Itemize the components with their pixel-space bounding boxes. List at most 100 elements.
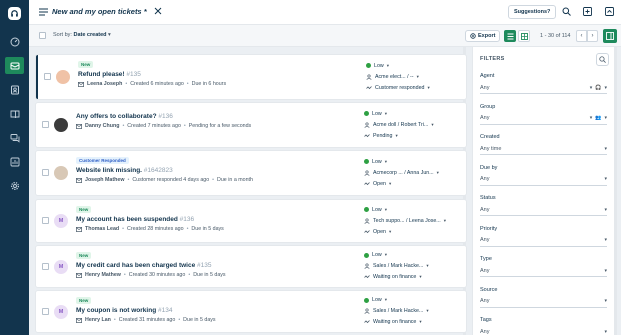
status-dropdown[interactable]: Open ▾ <box>364 226 464 237</box>
filters-search-button[interactable] <box>596 53 609 66</box>
ticket-title-link[interactable]: My credit card has been charged twice #1… <box>76 262 212 269</box>
ticket-card[interactable]: M New My coupon is not working #134 Henr… <box>36 291 466 332</box>
app-logo[interactable] <box>8 7 21 20</box>
requester-name[interactable]: Danny Chung <box>85 123 119 129</box>
card-view-toggle[interactable] <box>504 30 516 42</box>
view-title[interactable]: New and my open tickets * <box>52 7 147 16</box>
filter-panel-toggle[interactable] <box>603 29 617 43</box>
assignee-dropdown[interactable]: Sales / Mark Hacke... ▾ <box>364 306 464 317</box>
filter-select[interactable]: Any ▾ 🎧 ▾ <box>480 82 607 94</box>
ticket-checkbox[interactable] <box>42 169 49 176</box>
status-dropdown[interactable]: Waiting on finance ▾ <box>364 272 464 283</box>
table-view-toggle[interactable] <box>518 30 530 42</box>
status-value: Waiting on finance <box>373 319 417 325</box>
priority-dropdown[interactable]: Low ▾ <box>364 108 464 119</box>
priority-dropdown[interactable]: Low ▾ <box>366 60 466 71</box>
nav-contacts[interactable] <box>5 81 24 98</box>
top-header: New and my open tickets * Suggestions? L <box>29 0 621 25</box>
ticket-status-badge: New <box>78 61 94 68</box>
filter-value: Any <box>480 298 490 304</box>
ticket-checkbox[interactable] <box>42 217 49 224</box>
nav-knowledge-base[interactable] <box>5 105 24 122</box>
status-dropdown[interactable]: Waiting on finance ▾ <box>364 317 464 328</box>
filters-scrollbar[interactable] <box>614 47 617 335</box>
status-dropdown[interactable]: Pending ▾ <box>364 130 464 141</box>
filter-select[interactable]: Any ▾ <box>480 204 607 216</box>
assignee-dropdown[interactable]: Tech suppo... / Leena Jose... ▾ <box>364 215 464 226</box>
ticket-id: #135 <box>197 262 212 269</box>
ticket-card[interactable]: Any offers to collaborate? #136 Danny Ch… <box>36 103 466 147</box>
filter-select[interactable]: Any ▾ <box>480 326 607 335</box>
card-view-icon <box>507 33 513 39</box>
pagination-info: 1 - 30 of 114 <box>540 33 571 39</box>
chevron-down-icon: ▾ <box>416 73 419 79</box>
prev-page-button[interactable]: ‹ <box>576 30 587 42</box>
ticket-card[interactable]: M New My credit card has been charged tw… <box>36 246 466 287</box>
close-icon[interactable] <box>154 7 162 15</box>
ticket-checkbox[interactable] <box>42 121 49 128</box>
assignee-value: Tech suppo... / Leena Jose... <box>373 217 441 224</box>
nav-settings[interactable] <box>5 177 24 194</box>
filter-select[interactable]: Any ▾ 👥 ▾ <box>480 113 607 125</box>
assignee-dropdown[interactable]: Acmecorp ... / Anna Jun... ▾ <box>364 167 464 178</box>
status-dropdown[interactable]: Customer responded ▾ <box>366 82 466 93</box>
assignee-dropdown[interactable]: Sales / Mark Hacke... ▾ <box>364 261 464 272</box>
filters-panel: FILTERS Agent Any ▾ 🎧 ▾ Group Any ▾ 👥 ▾ Create… <box>472 47 617 335</box>
notifications-icon[interactable] <box>605 7 614 16</box>
suggestions-button[interactable]: Suggestions? <box>508 5 557 19</box>
requester-name[interactable]: Thomas Lead <box>85 226 119 232</box>
sort-dropdown[interactable]: Sort by: Date created ▾ <box>53 32 111 38</box>
ticket-card[interactable]: New Refund please! #135 Leena Joseph • C… <box>36 55 466 99</box>
ticket-checkbox[interactable] <box>42 262 49 270</box>
ticket-title-link[interactable]: Website link missing. #1642823 <box>76 167 173 174</box>
person-icon <box>366 73 372 80</box>
filter-select[interactable]: Any ▾ <box>480 174 607 186</box>
ticket-checkbox[interactable] <box>44 73 51 80</box>
person-icon <box>364 308 370 314</box>
person-icon <box>364 169 370 176</box>
chevron-down-icon: ▾ <box>108 32 111 38</box>
filter-select[interactable]: Any ▾ <box>480 296 607 308</box>
ticket-checkbox[interactable] <box>42 307 49 315</box>
ticket-properties: Low ▾ Sales / Mark Hacke... ▾ Waiting on f… <box>364 250 464 283</box>
status-value: Open <box>373 180 386 187</box>
priority-dropdown[interactable]: Low ▾ <box>364 156 464 167</box>
nav-dashboard[interactable] <box>5 33 24 50</box>
ticket-title-link[interactable]: My coupon is not working #134 <box>76 307 172 314</box>
source-email-icon <box>76 123 82 129</box>
nav-reports[interactable] <box>5 153 24 170</box>
ticket-due: Due in 5 days <box>193 272 226 278</box>
requester-name[interactable]: Henry Lan <box>85 317 111 323</box>
nav-tickets[interactable] <box>5 57 24 74</box>
filter-select[interactable]: Any ▾ <box>480 235 607 247</box>
sort-prefix: Sort by: <box>53 32 72 38</box>
chevron-down-icon: ▾ <box>604 206 607 213</box>
ticket-title-link[interactable]: Any offers to collaborate? #136 <box>76 113 173 120</box>
hamburger-menu-icon[interactable] <box>39 8 48 16</box>
requester-name[interactable]: Leena Joseph <box>87 81 122 87</box>
status-icon <box>364 229 370 233</box>
requester-name[interactable]: Joseph Mathew <box>85 177 124 183</box>
ticket-title-link[interactable]: My account has been suspended #136 <box>76 216 194 223</box>
filter-select[interactable]: Any time ▾ <box>480 143 607 155</box>
priority-dropdown[interactable]: Low ▾ <box>364 295 464 306</box>
status-dropdown[interactable]: Open ▾ <box>364 178 464 189</box>
select-all-checkbox[interactable] <box>39 32 46 39</box>
ticket-properties: Low ▾ Acme doll / Robert Tri... ▾ Pending ▾ <box>364 108 464 141</box>
nav-forums[interactable] <box>5 129 24 146</box>
priority-dot-icon <box>364 297 369 303</box>
priority-dropdown[interactable]: Low ▾ <box>364 204 464 215</box>
assignee-dropdown[interactable]: Acme elect... / -- ▾ <box>366 71 466 82</box>
ticket-title-link[interactable]: Refund please! #135 <box>78 71 141 78</box>
ticket-card[interactable]: Customer Responded Website link missing.… <box>36 151 466 195</box>
requester-name[interactable]: Henry Mathew <box>85 272 121 278</box>
chevron-down-icon: ▾ <box>604 237 607 243</box>
export-button[interactable]: Export <box>465 30 501 42</box>
next-page-button[interactable]: › <box>587 30 598 42</box>
priority-dropdown[interactable]: Low ▾ <box>364 250 464 261</box>
ticket-card[interactable]: M New My account has been suspended #136… <box>36 200 466 242</box>
search-icon[interactable] <box>562 7 571 16</box>
assignee-dropdown[interactable]: Acme doll / Robert Tri... ▾ <box>364 119 464 130</box>
new-item-icon[interactable] <box>583 7 592 16</box>
filter-select[interactable]: Any ▾ <box>480 265 607 277</box>
